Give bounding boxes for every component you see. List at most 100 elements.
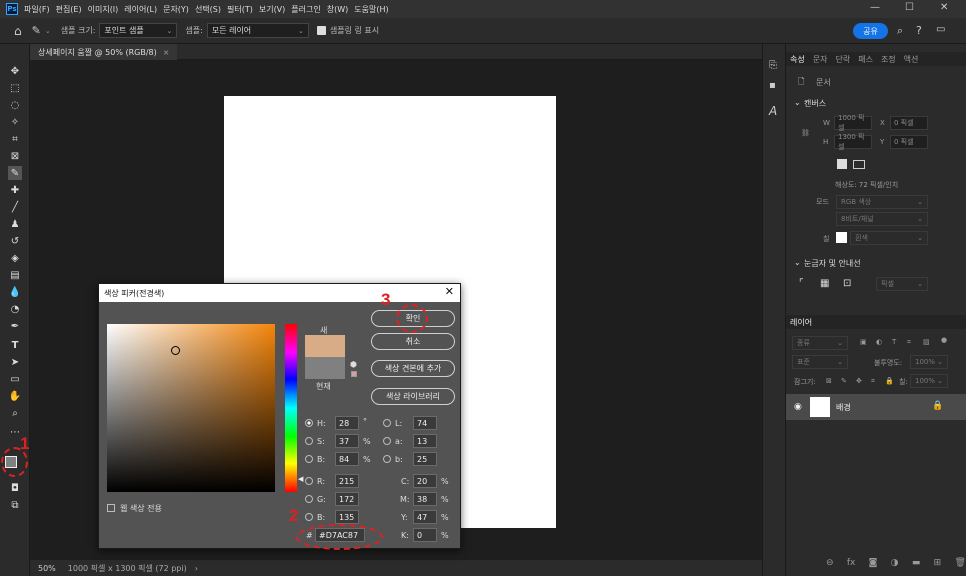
tab-character[interactable]: 문자 [813,54,828,65]
new-group-icon[interactable]: ▬ [912,558,921,568]
fx-icon[interactable]: fx [847,558,856,568]
link-layers-icon[interactable]: ⊖ [826,558,834,568]
cyan-field[interactable]: 20 [413,474,437,488]
rectangle-tool-icon[interactable]: ▭ [8,372,22,386]
tab-paths[interactable]: 패스 [858,54,873,65]
sample-select[interactable]: 모든 레이어 ⌄ [206,23,309,38]
menu-type[interactable]: 문자(Y) [163,4,189,15]
y-field[interactable]: 0 픽셀 [890,135,928,149]
radio-a[interactable] [383,437,391,445]
menu-filter[interactable]: 필터(T) [227,4,253,15]
a-field[interactable]: 13 [413,434,437,448]
help-icon[interactable]: ? [916,24,922,37]
magenta-field[interactable]: 38 [413,492,437,506]
move-tool-icon[interactable]: ✥ [8,64,22,78]
grid-icon[interactable]: ▦ [820,278,829,289]
layer-name[interactable]: 배경 [836,402,851,413]
portrait-icon[interactable] [837,159,847,169]
blur-tool-icon[interactable]: 💧 [8,285,22,299]
new-layer-icon[interactable]: ⊞ [934,558,942,568]
fill-select[interactable]: 흰색 ⌄ [850,231,928,245]
comments-panel-icon[interactable]: ▪ [769,80,776,91]
healing-brush-icon[interactable]: ✚ [8,183,22,197]
lock-all-icon[interactable]: 🔒 [885,377,894,385]
radio-lightness[interactable] [383,419,391,427]
width-field[interactable]: 1000 픽셀 [834,114,872,132]
hue-field[interactable]: 28 [335,416,359,430]
chevron-down-icon[interactable]: ⌄ [45,27,51,35]
radio-saturation[interactable] [305,437,313,445]
stamp-tool-icon[interactable]: ♟ [8,217,22,231]
menu-plugins[interactable]: 플러그인 [291,4,320,15]
fill-color-swatch[interactable] [836,232,847,243]
lock-artboard-icon[interactable]: ⌗ [871,377,875,386]
tab-paragraph[interactable]: 단락 [835,54,850,65]
close-icon[interactable]: ✕ [445,285,454,298]
tab-properties[interactable]: 속성 [790,54,805,65]
green-field[interactable]: 172 [335,492,359,506]
tab-layers[interactable]: 레이어 [790,317,812,328]
path-select-icon[interactable]: ➤ [8,355,22,369]
tab-close-icon[interactable]: × [163,48,170,57]
glyphs-panel-icon[interactable]: A [769,104,777,118]
search-icon[interactable]: ⌕ [897,24,903,38]
ruler-icon[interactable]: ⌜ [799,278,804,289]
document-tab[interactable]: 상세페이지 움짤 @ 50% (RGB/8) × [30,44,178,60]
delete-layer-icon[interactable]: 🗑 [954,558,965,568]
menu-help[interactable]: 도움말(H) [354,4,388,15]
bit-depth-select[interactable]: 8비트/채널 ⌄ [836,212,928,226]
menu-window[interactable]: 창(W) [327,4,349,15]
maximize-button[interactable]: ☐ [905,2,914,13]
tab-actions[interactable]: 액션 [904,54,919,65]
add-mask-icon[interactable]: ◙ [869,558,878,568]
eyedropper-preset-icon[interactable]: ✎ [32,24,41,37]
blend-mode-select[interactable]: 표준 ⌄ [792,355,848,369]
history-brush-icon[interactable]: ↺ [8,234,22,248]
rulers-section-chevron-icon[interactable]: ⌄ [794,258,801,267]
minimize-button[interactable]: — [870,2,880,13]
screen-mode-icon[interactable]: ⧉ [8,498,22,512]
menu-layer[interactable]: 레이어(L) [124,4,157,15]
lock-position-icon[interactable]: ✥ [856,377,862,385]
radio-red[interactable] [305,477,313,485]
lightness-field[interactable]: 74 [413,416,437,430]
home-icon[interactable]: ⌂ [14,24,22,38]
quick-select-tool-icon[interactable]: ✧ [8,115,22,129]
radio-brightness[interactable] [305,455,313,463]
web-safe-swatch[interactable] [351,371,357,377]
filter-toggle-icon[interactable]: ● [941,336,947,344]
saturation-brightness-field[interactable] [107,324,275,492]
hue-slider[interactable] [285,324,297,492]
zoom-tool-icon[interactable]: ⌕ [8,406,22,420]
zoom-level[interactable]: 50% [38,564,56,573]
visibility-eye-icon[interactable]: ◉ [794,402,802,412]
radio-b[interactable] [383,455,391,463]
crop-tool-icon[interactable]: ⌗ [8,132,22,146]
x-field[interactable]: 0 픽셀 [890,116,928,130]
hand-tool-icon[interactable]: ✋ [8,389,22,403]
opacity-field[interactable]: 100% ⌄ [910,355,948,369]
share-button[interactable]: 공유 [853,23,888,39]
frame-tool-icon[interactable]: ⊠ [8,149,22,163]
menu-edit[interactable]: 편집(E) [56,4,82,15]
blue-field[interactable]: 135 [335,510,359,524]
sample-size-select[interactable]: 포인트 샘플 ⌄ [99,23,178,38]
radio-blue[interactable] [305,513,313,521]
guides-icon[interactable]: ⊡ [843,278,851,289]
chevron-right-icon[interactable]: › [195,564,198,573]
yellow-field[interactable]: 47 [413,510,437,524]
document-info[interactable]: 1000 픽셀 x 1300 픽셀 (72 ppi) [68,563,187,574]
quick-mask-icon[interactable]: ◘ [8,481,22,495]
gamut-warning-icon[interactable]: ⬢ [350,360,357,369]
menu-select[interactable]: 선택(S) [195,4,221,15]
menu-view[interactable]: 보기(V) [259,4,285,15]
checkbox-icon[interactable] [316,26,326,35]
red-field[interactable]: 215 [335,474,359,488]
link-icon[interactable]: ⛓ [801,129,810,137]
eyedropper-tool-icon[interactable]: ✎ [8,166,22,180]
brush-tool-icon[interactable]: ╱ [8,200,22,214]
gradient-tool-icon[interactable]: ▤ [8,268,22,282]
lock-transparent-icon[interactable]: ⊠ [826,377,832,385]
canvas-section-chevron-icon[interactable]: ⌄ [794,98,801,107]
menu-image[interactable]: 이미지(I) [88,4,119,15]
